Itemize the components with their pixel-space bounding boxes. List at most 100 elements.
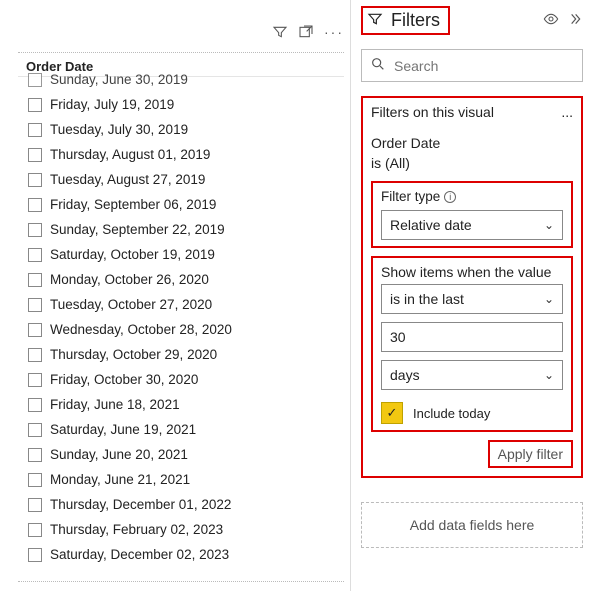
list-item-label: Friday, July 19, 2019: [50, 97, 174, 112]
list-item[interactable]: Saturday, June 19, 2021: [24, 417, 338, 442]
list-item-label: Friday, October 30, 2020: [50, 372, 198, 387]
section-more-icon[interactable]: ...: [561, 104, 573, 120]
filter-field-name: Order Date: [371, 134, 573, 154]
checkbox[interactable]: [28, 523, 42, 537]
list-item-label: Saturday, June 19, 2021: [50, 422, 196, 437]
filter-field-status: is (All): [371, 154, 573, 174]
list-item-label: Monday, October 26, 2020: [50, 272, 209, 287]
filters-pane: Filters Filters on this visual ... Order…: [350, 0, 593, 591]
list-item[interactable]: Wednesday, October 28, 2020: [24, 317, 338, 342]
checkbox[interactable]: [28, 348, 42, 362]
list-item[interactable]: Thursday, August 01, 2019: [24, 142, 338, 167]
checkbox[interactable]: [28, 498, 42, 512]
visual-pane: ··· Order Date Sunday, June 30, 2019 Fri…: [0, 0, 350, 591]
search-box[interactable]: [361, 49, 583, 82]
include-today-row[interactable]: ✓ Include today: [381, 402, 563, 424]
list-item-label: Tuesday, October 27, 2020: [50, 297, 212, 312]
list-item[interactable]: Thursday, December 01, 2022: [24, 492, 338, 517]
focus-mode-icon[interactable]: [298, 24, 314, 43]
filter-type-value: Relative date: [390, 217, 472, 233]
filter-type-label: Filter type: [381, 189, 440, 204]
filter-icon[interactable]: [272, 24, 288, 43]
checkbox[interactable]: [28, 323, 42, 337]
checkbox[interactable]: [28, 398, 42, 412]
unit-dropdown[interactable]: days ⌄: [381, 360, 563, 390]
checkbox[interactable]: [28, 423, 42, 437]
checkbox[interactable]: [28, 73, 42, 87]
checkbox[interactable]: [28, 123, 42, 137]
list-item-label: Thursday, August 01, 2019: [50, 147, 210, 162]
filters-pane-header: Filters: [351, 0, 593, 41]
list-item[interactable]: Tuesday, October 27, 2020: [24, 292, 338, 317]
list-item-label: Tuesday, August 27, 2019: [50, 172, 205, 187]
checkbox[interactable]: [28, 548, 42, 562]
list-item-label: Sunday, June 20, 2021: [50, 447, 188, 462]
list-item[interactable]: Friday, September 06, 2019: [24, 192, 338, 217]
chevron-down-icon: ⌄: [544, 368, 554, 382]
checkbox[interactable]: [28, 173, 42, 187]
filter-card[interactable]: Order Date is (All): [371, 134, 573, 173]
list-item[interactable]: Thursday, February 02, 2023: [24, 517, 338, 542]
info-icon[interactable]: i: [444, 191, 456, 203]
list-item-label: Saturday, October 19, 2019: [50, 247, 215, 262]
list-item[interactable]: Tuesday, July 30, 2019: [24, 117, 338, 142]
search-icon: [370, 56, 386, 75]
filter-icon: [367, 11, 383, 30]
list-item[interactable]: Saturday, October 19, 2019: [24, 242, 338, 267]
chevron-down-icon: ⌄: [544, 292, 554, 306]
slicer-list: Sunday, June 30, 2019 Friday, July 19, 2…: [18, 67, 344, 567]
checkbox[interactable]: [28, 248, 42, 262]
relation-value: is in the last: [390, 291, 464, 307]
filters-on-visual-section: Filters on this visual ... Order Date is…: [361, 96, 583, 478]
filters-pane-title: Filters: [391, 10, 440, 31]
filter-type-box: Filter type i Relative date ⌄: [371, 181, 573, 248]
list-item[interactable]: Sunday, June 30, 2019: [24, 67, 338, 92]
relation-dropdown[interactable]: is in the last ⌄: [381, 284, 563, 314]
include-today-label: Include today: [413, 406, 490, 421]
list-item-label: Thursday, February 02, 2023: [50, 522, 223, 537]
list-item-label: Thursday, December 01, 2022: [50, 497, 231, 512]
checkbox[interactable]: [28, 298, 42, 312]
list-item[interactable]: Friday, June 18, 2021: [24, 392, 338, 417]
checkbox[interactable]: [28, 273, 42, 287]
list-item[interactable]: Thursday, October 29, 2020: [24, 342, 338, 367]
slicer-visual: Order Date Sunday, June 30, 2019 Friday,…: [18, 52, 344, 582]
list-item-label: Friday, September 06, 2019: [50, 197, 216, 212]
list-item[interactable]: Friday, October 30, 2020: [24, 367, 338, 392]
list-item[interactable]: Tuesday, August 27, 2019: [24, 167, 338, 192]
list-item-label: Wednesday, October 28, 2020: [50, 322, 232, 337]
list-item[interactable]: Sunday, September 22, 2019: [24, 217, 338, 242]
checkbox[interactable]: [28, 473, 42, 487]
list-item-label: Saturday, December 02, 2023: [50, 547, 229, 562]
checkbox[interactable]: [28, 373, 42, 387]
include-today-checkbox[interactable]: ✓: [381, 402, 403, 424]
eye-icon[interactable]: [543, 11, 559, 30]
section-title: Filters on this visual: [371, 104, 494, 120]
show-items-label: Show items when the value: [381, 264, 563, 280]
list-item-label: Sunday, June 30, 2019: [50, 72, 188, 87]
checkbox[interactable]: [28, 98, 42, 112]
checkbox[interactable]: [28, 448, 42, 462]
list-item-label: Monday, June 21, 2021: [50, 472, 190, 487]
apply-filter-button[interactable]: Apply filter: [488, 440, 573, 468]
relative-date-box: Show items when the value is in the last…: [371, 256, 573, 432]
list-item[interactable]: Monday, October 26, 2020: [24, 267, 338, 292]
list-item[interactable]: Saturday, December 02, 2023: [24, 542, 338, 567]
checkbox[interactable]: [28, 223, 42, 237]
number-input[interactable]: 30: [381, 322, 563, 352]
list-item-label: Thursday, October 29, 2020: [50, 347, 217, 362]
filter-type-dropdown[interactable]: Relative date ⌄: [381, 210, 563, 240]
list-item-label: Friday, June 18, 2021: [50, 397, 180, 412]
search-input[interactable]: [394, 58, 574, 74]
more-options-icon[interactable]: ···: [324, 24, 344, 43]
list-item[interactable]: Monday, June 21, 2021: [24, 467, 338, 492]
list-item-label: Sunday, September 22, 2019: [50, 222, 225, 237]
list-item-label: Tuesday, July 30, 2019: [50, 122, 188, 137]
checkbox[interactable]: [28, 198, 42, 212]
unit-value: days: [390, 367, 420, 383]
collapse-pane-icon[interactable]: [567, 11, 583, 30]
list-item[interactable]: Sunday, June 20, 2021: [24, 442, 338, 467]
add-data-fields-dropzone[interactable]: Add data fields here: [361, 502, 583, 548]
list-item[interactable]: Friday, July 19, 2019: [24, 92, 338, 117]
checkbox[interactable]: [28, 148, 42, 162]
